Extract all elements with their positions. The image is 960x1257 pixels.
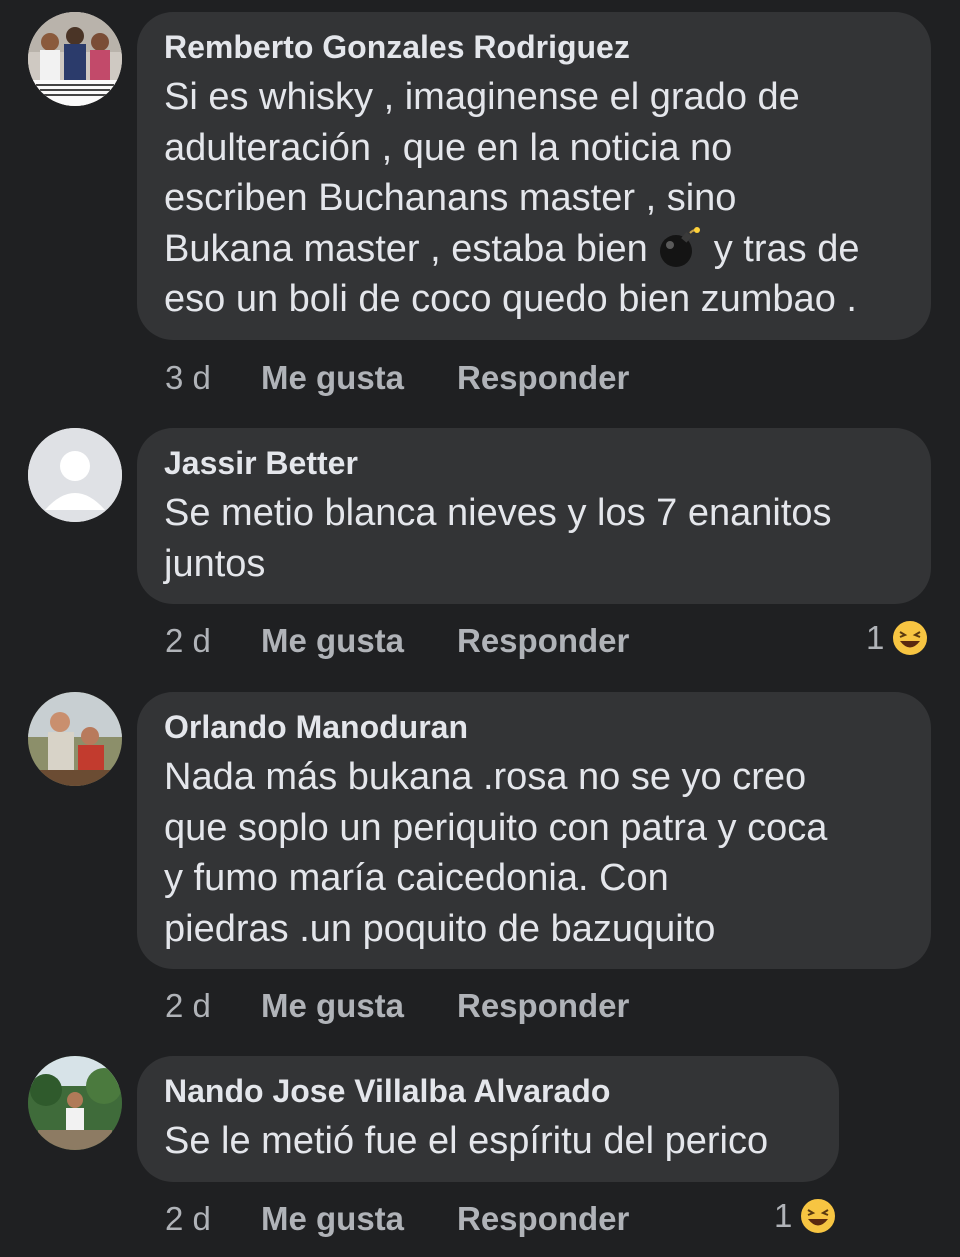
comment-text: Nada más bukana .rosa no se yo creo que … bbox=[164, 756, 828, 950]
comment-text: Se metio blanca nieves y los 7 enanitos … bbox=[164, 492, 832, 585]
outdoor-photo-avatar-icon bbox=[28, 1056, 122, 1150]
comment-text-part: Si es whisky , imaginense el grado de ad… bbox=[164, 76, 800, 270]
comment-actions: 3 d Me gusta Responder bbox=[165, 356, 629, 400]
reply-button[interactable]: Responder bbox=[457, 622, 629, 660]
avatar[interactable] bbox=[28, 1056, 122, 1150]
like-button[interactable]: Me gusta bbox=[261, 359, 457, 397]
comment-bubble: Remberto Gonzales Rodriguez Si es whisky… bbox=[137, 12, 931, 340]
laughing-emoji-icon bbox=[891, 619, 930, 657]
reply-button[interactable]: Responder bbox=[457, 987, 629, 1025]
reaction-count: 1 bbox=[866, 619, 885, 656]
reaction-summary[interactable]: 1 bbox=[866, 616, 930, 660]
laughing-emoji-icon bbox=[799, 1197, 838, 1235]
comment-time[interactable]: 2 d bbox=[165, 1200, 261, 1238]
avatar[interactable] bbox=[28, 12, 122, 106]
comment-actions: 2 d Me gusta Responder bbox=[165, 984, 629, 1028]
comment-author[interactable]: Remberto Gonzales Rodriguez bbox=[164, 28, 903, 66]
like-button[interactable]: Me gusta bbox=[261, 987, 457, 1025]
comment-bubble: Jassir Better Se metio blanca nieves y l… bbox=[137, 428, 931, 604]
like-button[interactable]: Me gusta bbox=[261, 1200, 457, 1238]
comment-time[interactable]: 2 d bbox=[165, 622, 261, 660]
default-user-avatar-icon bbox=[28, 428, 122, 522]
group-photo-avatar-icon bbox=[28, 12, 122, 106]
like-button[interactable]: Me gusta bbox=[261, 622, 457, 660]
comment-author[interactable]: Nando Jose Villalba Alvarado bbox=[164, 1072, 811, 1110]
reaction-count: 1 bbox=[774, 1197, 793, 1234]
comment-bubble: Orlando Manoduran Nada más bukana .rosa … bbox=[137, 692, 931, 969]
comment-bubble: Nando Jose Villalba Alvarado Se le metió… bbox=[137, 1056, 839, 1182]
bomb-emoji-icon bbox=[659, 226, 700, 267]
avatar[interactable] bbox=[28, 428, 122, 522]
reaction-summary[interactable]: 1 bbox=[774, 1194, 838, 1238]
reply-button[interactable]: Responder bbox=[457, 359, 629, 397]
comment-actions: 2 d Me gusta Responder bbox=[165, 1197, 629, 1241]
comment-actions: 2 d Me gusta Responder bbox=[165, 619, 629, 663]
couple-photo-avatar-icon bbox=[28, 692, 122, 786]
comment-time[interactable]: 3 d bbox=[165, 359, 261, 397]
avatar[interactable] bbox=[28, 692, 122, 786]
reply-button[interactable]: Responder bbox=[457, 1200, 629, 1238]
comment-author[interactable]: Jassir Better bbox=[164, 444, 903, 482]
comment-text: Se le metió fue el espíritu del perico bbox=[164, 1120, 769, 1162]
comment-time[interactable]: 2 d bbox=[165, 987, 261, 1025]
comment-text: Si es whisky , imaginense el grado de ad… bbox=[164, 72, 903, 325]
comment-author[interactable]: Orlando Manoduran bbox=[164, 708, 903, 746]
